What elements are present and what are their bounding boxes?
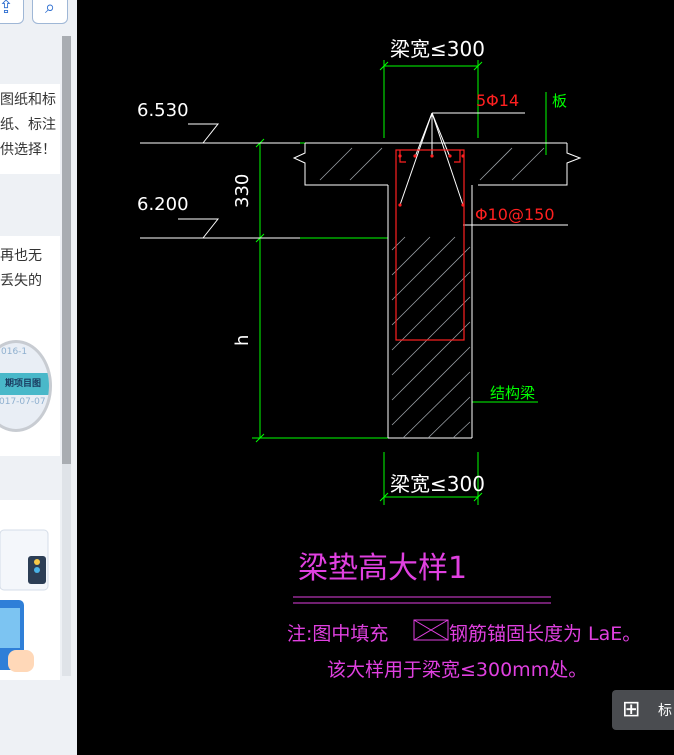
cad-drawing: 梁宽≤300 梁宽≤300 5Φ14 板 Φ10@150 6.530 6.200… [137, 37, 641, 681]
thumbnail-date-bottom: 017-07-07 [0, 397, 46, 407]
card1-line-2: 纸、标注 [0, 117, 56, 133]
share-icon: ⇪ [0, 0, 14, 18]
dimension-h-label: h [232, 335, 253, 346]
search-icon: ⌕ [44, 0, 56, 18]
dimension-330-label: 330 [232, 174, 253, 208]
note-suffix: 钢筋锚固长度为 LaE。 [449, 623, 641, 645]
left-panel: ⇪ ⌕ 图纸和标 纸、标注 供选择！ 再也无 丢失的 016-1 期项目图 01… [0, 0, 77, 755]
note-line-2: 该大样用于梁宽≤300mm处。 [327, 659, 587, 681]
beam-width-top-label: 梁宽≤300 [390, 37, 485, 61]
card2-line-1: 再也无 [0, 248, 42, 264]
share-button[interactable]: ⇪ [0, 0, 24, 24]
search-button[interactable]: ⌕ [32, 0, 68, 24]
cad-canvas[interactable]: 梁宽≤300 梁宽≤300 5Φ14 板 Φ10@150 6.530 6.200… [77, 0, 674, 755]
promo-card-3[interactable] [0, 500, 60, 680]
scrollbar-thumb[interactable] [62, 36, 71, 464]
detail-title: 梁垫高大样1 [298, 551, 467, 586]
thumbnail-band-text: 期项目图 [5, 379, 42, 389]
main-rebar-label: 5Φ14 [476, 91, 519, 110]
promo-card-1[interactable]: 图纸和标 纸、标注 供选择！ [0, 84, 60, 174]
note-prefix: 注:图中填充 [287, 623, 388, 645]
float-toolbar-button[interactable]: ⊞ 标 [612, 690, 674, 730]
card2-line-2: 丢失的 [0, 273, 42, 289]
grid-icon: ⊞ [622, 697, 641, 722]
thumbnail-band: 期项目图 [0, 373, 49, 395]
slab-label: 板 [552, 92, 567, 110]
structural-beam-label: 结构梁 [490, 384, 535, 402]
beam-width-bottom-label: 梁宽≤300 [390, 472, 485, 496]
card1-line-1: 图纸和标 [0, 92, 56, 108]
illustration-image [0, 529, 49, 672]
stirrup-label: Φ10@150 [475, 205, 555, 224]
float-button-label: 标 [658, 703, 672, 719]
elevation-bottom-label: 6.200 [137, 194, 189, 215]
card1-line-3: 供选择！ [0, 142, 56, 158]
thumbnail-date-top: 016-1 [1, 347, 28, 357]
elevation-top-label: 6.530 [137, 100, 189, 121]
